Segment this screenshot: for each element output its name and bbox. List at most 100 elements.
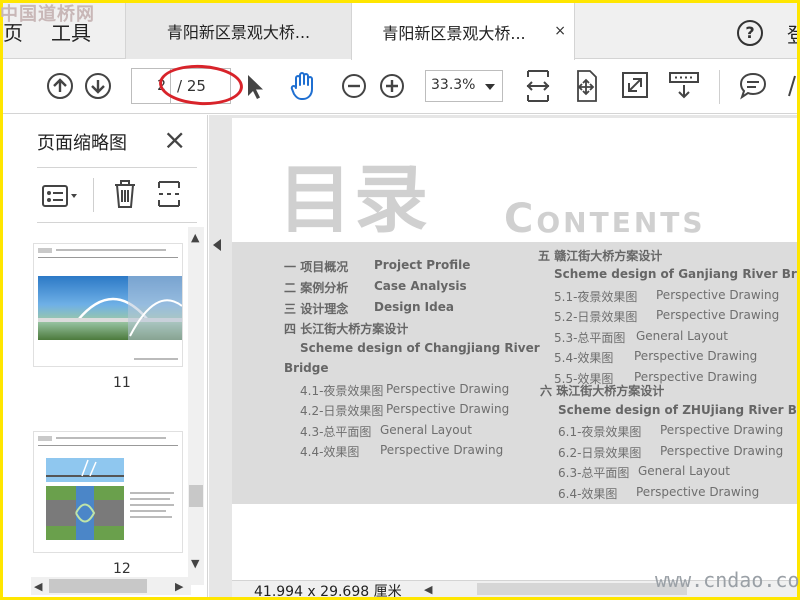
toc-sub-4-2-en: Perspective Drawing (386, 402, 510, 416)
toc-item-6-heading: Scheme design of ZHUjiang River Bridge (558, 403, 797, 417)
trash-icon[interactable] (111, 178, 139, 210)
fit-width-icon[interactable] (523, 68, 553, 104)
insert-page-icon[interactable] (155, 178, 185, 210)
toc-item-4-heading-cont: Bridge (284, 361, 329, 375)
elevation-image (46, 458, 124, 482)
scroll-down-icon[interactable]: ▼ (191, 557, 199, 570)
zoom-level-value: 33.3% (431, 77, 476, 93)
toc-sub-6-4: 6.4-效果图 (558, 487, 618, 501)
toc-sub-4-1-en: Perspective Drawing (386, 382, 510, 396)
tab-document-2[interactable]: 青阳新区景观大桥... × (351, 3, 575, 60)
thumb-header-line (56, 437, 166, 439)
scroll-right-icon[interactable]: ▶ (175, 580, 183, 593)
toc-sub-4-3: 4.3-总平面图 (300, 425, 372, 439)
toc-sub-5-2: 5.2-日景效果图 (554, 310, 638, 324)
panel-tools-divider (93, 178, 94, 212)
toc-title-cn: 目录 (278, 157, 430, 243)
app-window: 页 工具 青阳新区景观大桥... 青阳新区景观大桥... × ? 登 2 / 2… (3, 3, 797, 597)
toc-sub-5-4: 5.4-效果图 (554, 351, 614, 365)
toc-item-1-en: Project Profile (374, 258, 471, 272)
thumbnail-options-icon[interactable] (41, 182, 81, 210)
toc-sub-5-1-en: Perspective Drawing (656, 288, 780, 302)
help-icon[interactable]: ? (737, 20, 763, 46)
full-screen-icon[interactable] (619, 69, 651, 101)
thumb-rule (38, 257, 178, 258)
panel-toolbar (37, 167, 197, 223)
page-dimensions: 41.994 x 29.698 厘米 (254, 584, 402, 597)
thumb-footer-line (134, 358, 178, 360)
toolbar-divider (719, 70, 720, 104)
page-thumbnail-12[interactable] (33, 431, 183, 553)
bridge-arch-drawing (38, 276, 183, 340)
scrollbar-thumb[interactable] (49, 579, 147, 593)
select-cursor-icon[interactable] (243, 72, 267, 102)
tab-document-1[interactable]: 青阳新区景观大桥... (125, 3, 351, 59)
toc-item-5-heading: Scheme design of Ganjiang River Bridge (554, 267, 797, 281)
toc-sub-5-3-en: General Layout (636, 329, 728, 343)
thumbnail-horizontal-scrollbar[interactable]: ◀ ▶ (31, 577, 191, 595)
toc-sub-6-3-en: General Layout (638, 464, 730, 478)
panel-title: 页面缩略图 (37, 133, 127, 154)
close-icon[interactable]: × (163, 123, 186, 156)
chevron-down-icon (485, 84, 495, 90)
previous-page-icon[interactable] (45, 71, 75, 101)
toc-item-2: 二 案例分析 (284, 281, 349, 295)
thumb-rule (38, 445, 178, 446)
login-link[interactable]: 登 (787, 19, 797, 48)
thumb-text-block (130, 492, 178, 528)
scrollbar-thumb[interactable] (189, 485, 203, 507)
watermark-logo-cn: 中国道桥网 (0, 4, 95, 25)
toolbar: 2 / 25 33.3% (3, 60, 797, 114)
bridge-elevation-drawing (46, 459, 124, 477)
collapse-panel-icon[interactable] (213, 239, 221, 251)
toc-item-2-en: Case Analysis (374, 279, 467, 293)
zoom-in-icon[interactable] (377, 71, 407, 101)
toc-item-3-en: Design Idea (374, 300, 454, 314)
bridge-render-image (38, 276, 183, 340)
tab-close-icon[interactable]: × (554, 23, 566, 39)
toc-item-5: 五 赣江街大桥方案设计 (538, 249, 663, 263)
toc-sub-6-2-en: Perspective Drawing (660, 444, 784, 458)
toc-item-6: 六 珠江街大桥方案设计 (540, 384, 665, 398)
scroll-up-icon[interactable]: ▲ (191, 231, 199, 244)
thumb-header-mark (38, 248, 52, 253)
thumbnail-panel: 页面缩略图 × 11 12 ▲ ▼ ◀ ▶ (3, 115, 208, 597)
scrolling-mode-icon[interactable] (667, 69, 701, 101)
next-page-icon[interactable] (83, 71, 113, 101)
bridge-plan-drawing (46, 486, 124, 540)
draw-icon[interactable] (787, 70, 797, 102)
scroll-left-icon[interactable]: ◀ (34, 580, 42, 593)
fit-page-icon[interactable] (571, 68, 601, 104)
toc-sub-6-3: 6.3-总平面图 (558, 466, 630, 480)
toc-sub-5-2-en: Perspective Drawing (656, 308, 780, 322)
thumbnail-page-label: 12 (113, 561, 131, 577)
hand-tool-icon[interactable] (287, 70, 319, 102)
toc-band: 一 项目概况 Project Profile 二 案例分析 Case Analy… (232, 242, 797, 504)
toc-item-4-heading: Scheme design of Changjiang River (300, 341, 540, 355)
thumbnail-page-label: 11 (113, 375, 131, 391)
thumb-header-mark (38, 436, 52, 441)
toc-item-4: 四 长江街大桥方案设计 (284, 322, 409, 336)
zoom-out-icon[interactable] (339, 71, 369, 101)
toc-sub-4-4: 4.4-效果图 (300, 445, 360, 459)
page-thumbnail-11[interactable] (33, 243, 183, 367)
toc-sub-6-1: 6.1-夜景效果图 (558, 425, 642, 439)
tab-bar: 页 工具 青阳新区景观大桥... 青阳新区景观大桥... × ? 登 (3, 3, 797, 60)
thumbnail-vertical-scrollbar[interactable]: ▲ ▼ (188, 227, 204, 585)
toc-title-en: Contents (504, 196, 706, 242)
toc-sub-6-1-en: Perspective Drawing (660, 423, 784, 437)
toc-sub-5-3: 5.3-总平面图 (554, 331, 626, 345)
watermark-url: www.cndao.com (655, 568, 800, 592)
toc-sub-5-4-en: Perspective Drawing (634, 349, 758, 363)
toc-item-3: 三 设计理念 (284, 302, 349, 316)
plan-image (46, 486, 124, 540)
scroll-left-icon[interactable]: ◀ (424, 583, 432, 596)
toc-sub-4-3-en: General Layout (380, 423, 472, 437)
toc-sub-4-1: 4.1-夜景效果图 (300, 384, 384, 398)
toc-sub-6-4-en: Perspective Drawing (636, 485, 760, 499)
comment-icon[interactable] (737, 70, 769, 102)
toc-sub-5-1: 5.1-夜景效果图 (554, 290, 638, 304)
zoom-level-select[interactable]: 33.3% (425, 70, 503, 102)
toc-sub-6-2: 6.2-日景效果图 (558, 446, 642, 460)
tab-label: 青阳新区景观大桥... (166, 23, 311, 42)
